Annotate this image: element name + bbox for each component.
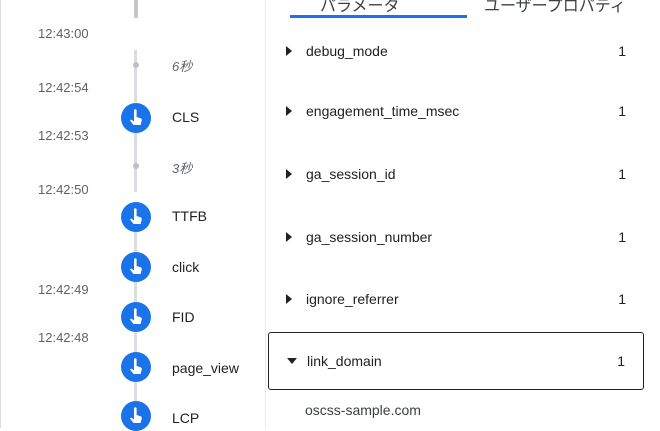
event-name[interactable]: page_view (172, 360, 239, 376)
time-gap-label: 6秒 (172, 59, 193, 74)
gap-dot (133, 163, 139, 169)
gap-dot (133, 62, 139, 68)
timestamp: 12:42:50 (38, 182, 89, 197)
event-name[interactable]: click (172, 259, 199, 275)
timeline-rail (134, 0, 138, 18)
touch-hand-icon[interactable] (121, 401, 151, 431)
touch-hand-icon[interactable] (121, 302, 151, 332)
param-name: link_domain (307, 353, 382, 369)
event-name[interactable]: LCP (172, 410, 199, 426)
timeline-rail (134, 50, 137, 102)
caret-right-icon (286, 106, 292, 116)
touch-hand-icon[interactable] (121, 103, 151, 133)
param-count: 1 (618, 291, 626, 307)
event-name[interactable]: FID (172, 309, 195, 325)
caret-right-icon (286, 232, 292, 242)
param-count: 1 (617, 353, 625, 369)
active-tab-indicator (290, 15, 467, 18)
event-name[interactable]: CLS (172, 109, 199, 125)
caret-right-icon (286, 169, 292, 179)
caret-right-icon (286, 46, 292, 56)
param-name: ga_session_number (306, 229, 433, 245)
param-value: oscss-sample.com (305, 402, 421, 418)
param-name: ignore_referrer (306, 291, 399, 307)
timestamp: 12:42:53 (38, 128, 89, 143)
param-row[interactable]: engagement_time_msec 1 (268, 82, 644, 140)
param-count: 1 (618, 103, 626, 119)
touch-hand-icon[interactable] (121, 252, 151, 282)
timestamp: 12:42:54 (38, 80, 89, 95)
param-count: 1 (618, 229, 626, 245)
caret-right-icon (286, 294, 292, 304)
panel-divider (265, 0, 266, 428)
param-row[interactable]: ignore_referrer 1 (268, 270, 644, 328)
param-row-expanded[interactable]: link_domain 1 (268, 332, 644, 390)
time-gap-label: 3秒 (172, 161, 193, 176)
timeline-rail (134, 130, 137, 192)
event-name[interactable]: TTFB (172, 208, 207, 224)
param-count: 1 (618, 166, 626, 182)
param-count: 1 (618, 43, 626, 59)
param-row[interactable]: ga_session_number 1 (268, 208, 644, 266)
param-row[interactable]: ga_session_id 1 (268, 145, 644, 203)
param-row[interactable]: debug_mode 1 (268, 22, 644, 80)
param-name: debug_mode (306, 43, 388, 59)
timestamp: 12:43:00 (38, 26, 89, 41)
tab-user-properties[interactable]: ユーザープロパティ (484, 0, 626, 16)
timestamp: 12:42:48 (38, 330, 89, 345)
param-name: ga_session_id (306, 166, 396, 182)
tab-parameters[interactable]: パラメータ (320, 0, 400, 16)
touch-hand-icon[interactable] (121, 202, 151, 232)
param-name: engagement_time_msec (306, 103, 460, 119)
timestamp: 12:42:49 (38, 282, 89, 297)
panel-left-border (0, 0, 1, 428)
caret-down-icon (287, 358, 297, 364)
touch-hand-icon[interactable] (121, 352, 151, 382)
